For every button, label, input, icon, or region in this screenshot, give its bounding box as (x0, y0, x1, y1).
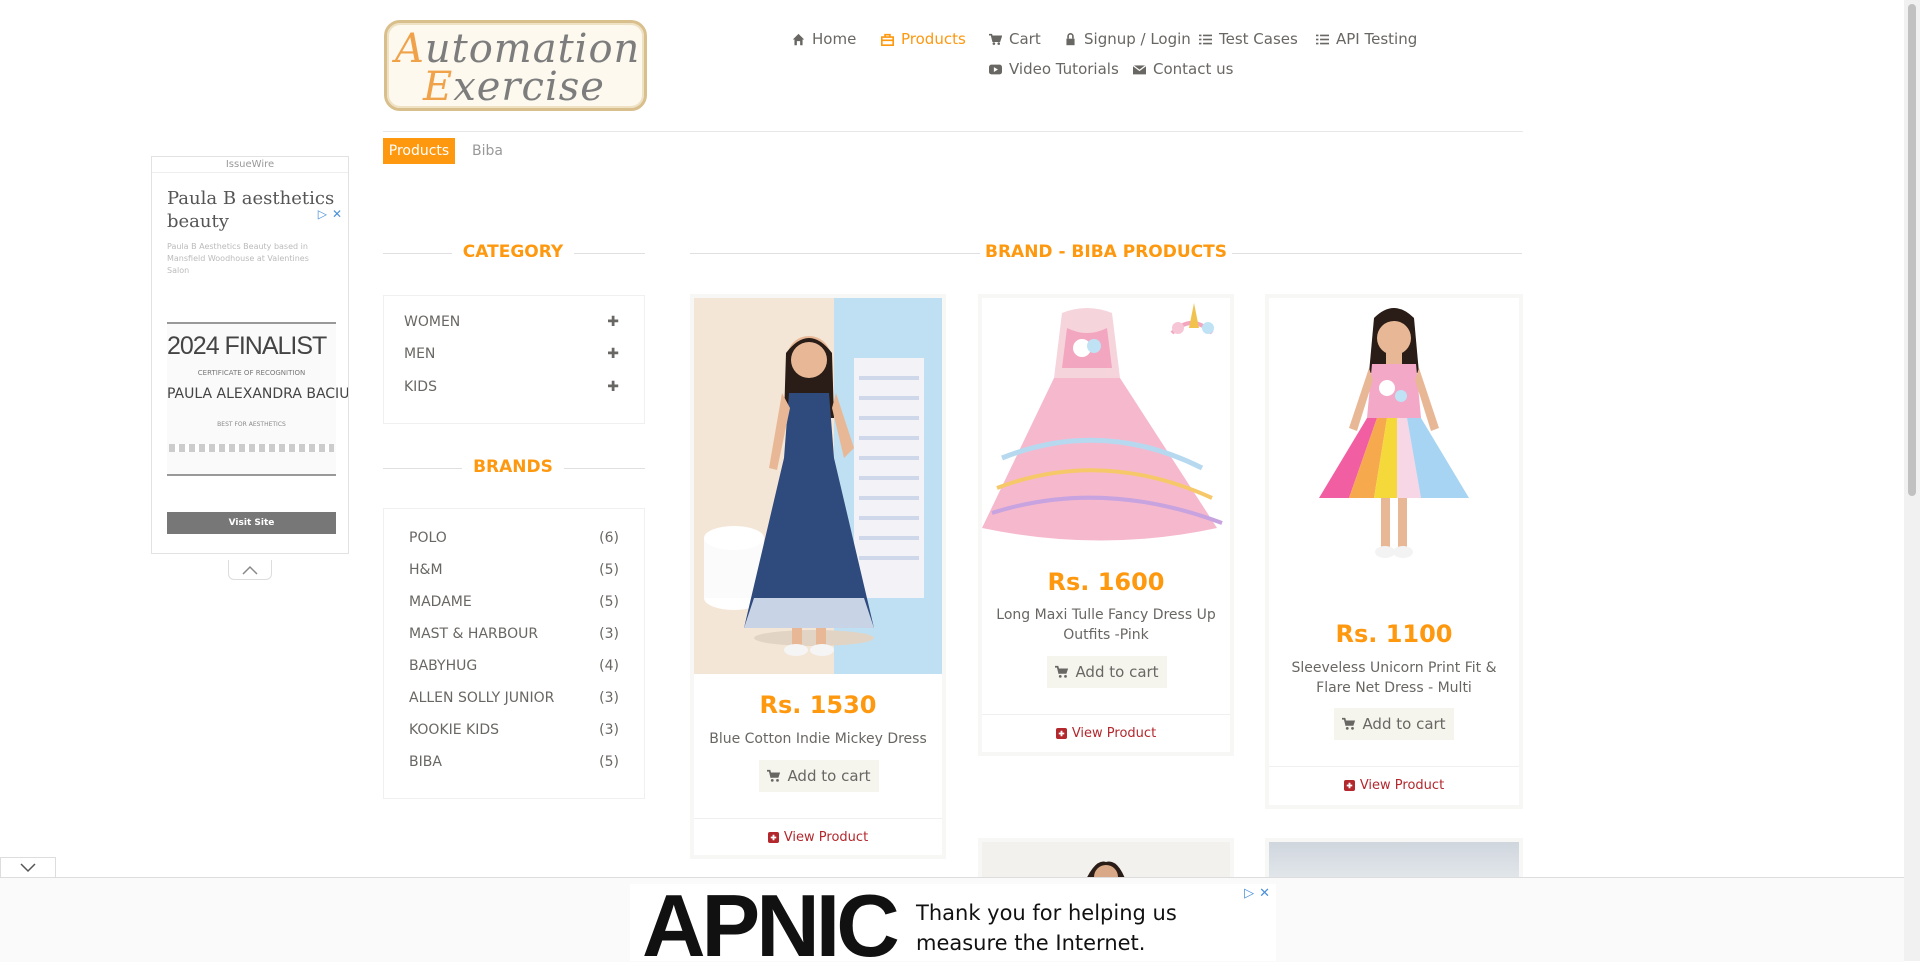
brand-allen-solly-junior[interactable]: ALLEN SOLLY JUNIOR (3) (409, 690, 619, 706)
left-advertisement[interactable]: IssueWire ▷ ✕ Paula B aesthetics beauty … (151, 156, 349, 554)
brand-hm[interactable]: H&M (5) (409, 562, 619, 578)
ad-collapse-toggle[interactable] (228, 560, 272, 580)
brand-polo[interactable]: POLO (6) (409, 530, 619, 546)
shopping-bag-icon (881, 33, 894, 46)
brand-biba[interactable]: BIBA (5) (409, 754, 619, 770)
product-card: Rs. 1530 Blue Cotton Indie Mickey Dress … (690, 294, 946, 859)
nav-video-tutorials[interactable]: Video Tutorials (989, 60, 1119, 78)
bottom-ad-toggle[interactable] (0, 857, 56, 877)
brand-madame[interactable]: MADAME (5) (409, 594, 619, 610)
view-product-link[interactable]: View Product (694, 830, 942, 845)
brand-babyhug[interactable]: BABYHUG (4) (409, 658, 619, 674)
logo-line-2: Exercise (423, 64, 605, 110)
plus-square-icon (767, 832, 779, 843)
category-kids[interactable]: KIDS ✚ (404, 379, 619, 395)
envelope-icon (1133, 64, 1146, 74)
view-product-link[interactable]: View Product (982, 726, 1230, 741)
product-image (1269, 298, 1519, 598)
add-to-cart-button[interactable]: Add to cart (759, 760, 879, 792)
home-icon (792, 33, 805, 45)
add-to-cart-button[interactable]: Add to cart (1047, 656, 1167, 688)
add-to-cart-button[interactable]: Add to cart (1334, 708, 1454, 740)
product-card: Rs. 1100 Sleeveless Unicorn Print Fit & … (1265, 294, 1523, 809)
category-title: CATEGORY (452, 242, 574, 262)
nav-api-testing[interactable]: API Testing (1316, 30, 1417, 48)
header-divider (383, 131, 1523, 132)
nav-products[interactable]: Products (881, 30, 966, 48)
plus-square-icon (1055, 728, 1067, 739)
youtube-play-icon (989, 64, 1002, 74)
plus-icon[interactable]: ✚ (607, 379, 619, 395)
ad-brand: APNIC (642, 884, 900, 961)
product-name: Long Maxi Tulle Fancy Dress Up Outfits -… (996, 607, 1216, 643)
close-icon[interactable]: ✕ (1259, 886, 1270, 901)
brand-kookie-kids[interactable]: KOOKIE KIDS (3) (409, 722, 619, 738)
adchoices-icon[interactable]: ▷ (1244, 886, 1254, 901)
scrollbar-thumb[interactable] (1908, 4, 1916, 496)
breadcrumb-current: Biba (472, 143, 503, 159)
bottom-advertisement[interactable]: APNIC Thank you for helping us measure t… (630, 884, 1276, 961)
products-title: BRAND - BIBA PRODUCTS (980, 242, 1232, 262)
nav-test-cases[interactable]: Test Cases (1199, 30, 1298, 48)
product-name: Blue Cotton Indie Mickey Dress (709, 731, 927, 747)
product-image (982, 298, 1230, 548)
ad-body: Paula B Aesthetics Beauty based in Mansf… (167, 242, 309, 275)
shopping-cart-icon (989, 33, 1002, 45)
plus-icon[interactable]: ✚ (607, 314, 619, 330)
product-price: Rs. 1100 (1335, 620, 1453, 648)
nav-cart[interactable]: Cart (989, 30, 1041, 48)
list-icon (1199, 34, 1212, 44)
shopping-cart-icon (1055, 665, 1069, 678)
plus-icon[interactable]: ✚ (607, 346, 619, 362)
ad-source: IssueWire (152, 159, 348, 173)
page-scrollbar[interactable] (1904, 0, 1920, 961)
site-logo[interactable]: Automation Exercise (384, 20, 647, 111)
logo-line-1: Automation (395, 26, 641, 72)
brands-panel: POLO (6) H&M (5) MADAME (5) MAST & HARBOUR(… (383, 508, 645, 799)
plus-square-icon (1343, 780, 1355, 791)
brand-mast-harbour[interactable]: MAST & HARBOUR (3) (409, 626, 619, 642)
ad-headline: Paula B aesthetics beauty (167, 188, 335, 232)
nav-signup-login[interactable]: Signup / Login (1064, 30, 1191, 48)
shopping-cart-icon (1342, 717, 1356, 730)
category-women[interactable]: WOMEN ✚ (404, 314, 619, 330)
product-price: Rs. 1600 (1047, 568, 1165, 596)
product-card: Rs. 1600 Long Maxi Tulle Fancy Dress Up … (978, 294, 1234, 756)
list-icon (1316, 34, 1329, 44)
category-men[interactable]: MEN ✚ (404, 346, 619, 362)
nav-contact-us[interactable]: Contact us (1133, 60, 1233, 78)
breadcrumb-products[interactable]: Products (383, 138, 455, 164)
brands-title: BRANDS (462, 457, 564, 477)
nav-home[interactable]: Home (792, 30, 856, 48)
ad-certificate-image: 2024 FINALIST CERTIFICATE OF RECOGNITION… (167, 322, 348, 476)
ad-choices[interactable]: ▷ ✕ (1244, 886, 1270, 901)
view-product-link[interactable]: View Product (1269, 778, 1519, 793)
ad-message: Thank you for helping us measure the Int… (916, 901, 1177, 955)
category-panel: WOMEN ✚ MEN ✚ KIDS ✚ (383, 295, 645, 424)
shopping-cart-icon (767, 769, 781, 782)
product-name: Sleeveless Unicorn Print Fit & Flare Net… (1291, 660, 1497, 696)
chevron-down-icon (20, 862, 36, 872)
chevron-up-icon (242, 565, 258, 575)
product-price: Rs. 1530 (759, 691, 877, 719)
visit-site-button[interactable]: Visit Site (167, 512, 336, 534)
lock-icon (1066, 32, 1075, 45)
product-image (694, 298, 942, 674)
